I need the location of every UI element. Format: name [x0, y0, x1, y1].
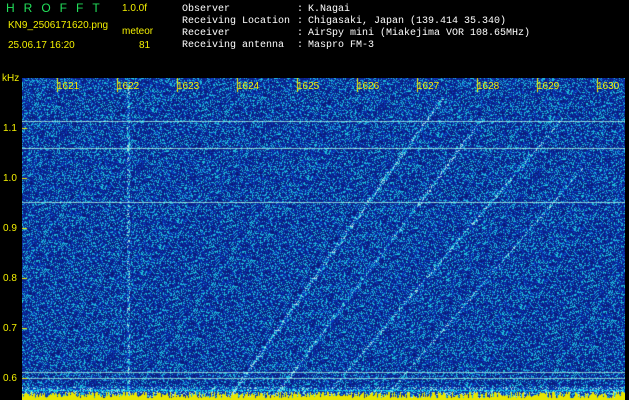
info-label-observer: Observer — [182, 4, 231, 15]
time-tick-label: 1630 — [597, 81, 620, 92]
version-label: 1.0.0f — [122, 3, 148, 14]
info-separator: : — [297, 28, 304, 39]
time-tick-label: 1627 — [417, 81, 440, 92]
info-value-antenna: Maspro FM-3 — [308, 40, 375, 51]
freq-tick-label: 0.7 — [3, 323, 17, 334]
filename-label: KN9_2506171620.png — [8, 20, 109, 31]
timestamp-label: 25.06.17 16:20 — [8, 40, 75, 51]
freq-tick-label: 0.8 — [3, 273, 17, 284]
time-tick-label: 1624 — [237, 81, 260, 92]
info-value-observer: K.Nagai — [308, 4, 351, 15]
time-tick-label: 1626 — [357, 81, 380, 92]
freq-tick-label: 0.9 — [3, 223, 17, 234]
spectrogram — [22, 78, 625, 400]
freq-axis-unit: kHz — [2, 73, 20, 84]
info-separator: : — [297, 16, 304, 27]
meteor-count: 81 — [139, 40, 151, 51]
info-separator: : — [297, 4, 304, 15]
app-title: HROFFT — [6, 1, 109, 15]
time-tick-label: 1628 — [477, 81, 500, 92]
info-separator: : — [297, 40, 304, 51]
time-tick-label: 1621 — [57, 81, 80, 92]
freq-tick-label: 1.1 — [3, 123, 17, 134]
meteor-label: meteor — [122, 26, 154, 37]
time-tick-label: 1622 — [117, 81, 140, 92]
info-label-receiver: Receiver — [182, 28, 231, 39]
freq-tick-label: 0.6 — [3, 373, 17, 384]
time-tick-label: 1625 — [297, 81, 320, 92]
info-label-antenna: Receiving antenna — [182, 40, 285, 51]
time-tick-label: 1623 — [177, 81, 200, 92]
time-tick-label: 1629 — [537, 81, 560, 92]
info-value-receiver: AirSpy mini (Miakejima VOR 108.65MHz) — [308, 28, 531, 39]
freq-tick-label: 1.0 — [3, 173, 17, 184]
spectrogram-canvas — [22, 78, 625, 400]
info-value-location: Chigasaki, Japan (139.414 35.340) — [308, 16, 507, 27]
info-label-location: Receiving Location — [182, 16, 291, 27]
